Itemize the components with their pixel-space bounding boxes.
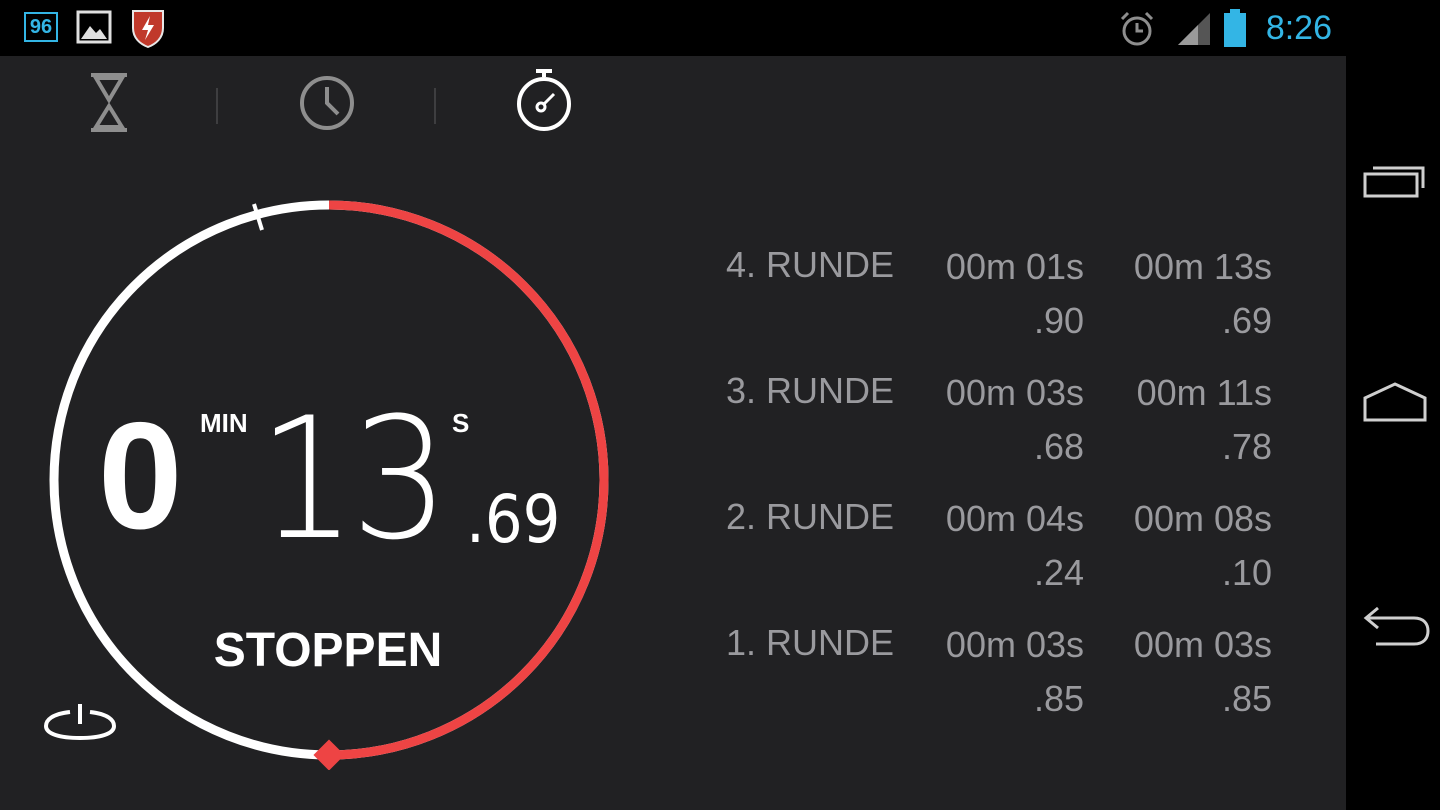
recent-apps-icon <box>1363 166 1425 198</box>
lap-time-hundredths: .85 <box>1033 678 1084 719</box>
seconds-value: 13 <box>258 381 449 577</box>
signal-icon <box>1178 13 1210 45</box>
lap-time-main: 00m 01s <box>945 246 1084 287</box>
lap-time: 00m 03s .68 <box>946 366 1084 474</box>
minutes-value: 0 <box>98 391 183 561</box>
lap-row: 3. RUNDE 00m 03s .68 00m 11s .78 <box>700 366 1300 476</box>
shield-app-icon <box>132 10 164 48</box>
lap-row: 4. RUNDE 00m 01s .90 00m 13s .69 <box>700 240 1300 350</box>
lap-label: 2. RUNDE <box>726 496 895 537</box>
navigation-bar <box>1346 56 1440 810</box>
status-bar: 96 8:26 <box>0 0 1440 56</box>
total-time-main: 00m 13s <box>1133 246 1272 287</box>
lap-label: 4. RUNDE <box>726 244 895 285</box>
alarm-icon <box>1120 11 1154 46</box>
battery-icon <box>1224 9 1246 47</box>
tab-bar <box>0 56 1346 156</box>
home-button[interactable] <box>1362 380 1428 424</box>
lap-time-hundredths: .68 <box>1033 426 1084 467</box>
lap-row: 1. RUNDE 00m 03s .85 00m 03s .85 <box>700 618 1300 728</box>
lap-time-main: 00m 03s <box>945 372 1084 413</box>
lap-time: 00m 03s .85 <box>946 618 1084 726</box>
lap-time: 00m 04s .24 <box>946 492 1084 600</box>
total-time-hundredths: .78 <box>1221 426 1272 467</box>
lap-time: 00m 01s .90 <box>946 240 1084 348</box>
progress-head-marker <box>313 739 345 770</box>
clock-icon <box>300 76 354 130</box>
back-button[interactable] <box>1362 604 1432 648</box>
status-time: 8:26 <box>1265 9 1332 47</box>
home-icon <box>1363 382 1427 422</box>
tab-stopwatch[interactable] <box>514 68 574 132</box>
total-time: 00m 13s .69 <box>1134 240 1272 348</box>
lap-row: 2. RUNDE 00m 04s .24 00m 08s .10 <box>700 492 1300 602</box>
minutes-unit: MIN <box>200 408 248 438</box>
tab-separator <box>216 88 218 124</box>
lap-label: 1. RUNDE <box>726 622 895 663</box>
lap-time-main: 00m 03s <box>945 624 1084 665</box>
total-time-hundredths: .10 <box>1221 552 1272 593</box>
back-icon <box>1363 606 1430 646</box>
total-time-main: 00m 11s <box>1136 372 1272 413</box>
lap-time-hundredths: .90 <box>1033 300 1084 341</box>
tab-clock[interactable] <box>298 74 356 132</box>
hundredths-value: .69 <box>466 481 561 558</box>
lap-label: 3. RUNDE <box>726 370 895 411</box>
total-time-main: 00m 03s <box>1133 624 1272 665</box>
tab-separator <box>434 88 436 124</box>
recent-apps-button[interactable] <box>1362 160 1428 200</box>
lap-time-hundredths: .24 <box>1033 552 1084 593</box>
total-time-main: 00m 08s <box>1133 498 1272 539</box>
stop-button[interactable]: STOPPEN <box>190 616 466 686</box>
stopwatch-icon <box>517 69 571 131</box>
seconds-unit: S <box>452 408 470 438</box>
total-time: 00m 08s .10 <box>1134 492 1272 600</box>
total-time-hundredths: .85 <box>1221 678 1272 719</box>
reset-icon <box>43 704 117 741</box>
image-icon <box>76 10 112 44</box>
total-time-hundredths: .69 <box>1221 300 1272 341</box>
lap-time-main: 00m 04s <box>945 498 1084 539</box>
tab-timer[interactable] <box>88 72 130 134</box>
hourglass-icon <box>91 73 127 132</box>
total-time: 00m 03s .85 <box>1134 618 1272 726</box>
total-time: 00m 11s .78 <box>1137 366 1272 474</box>
reset-button[interactable] <box>40 700 120 744</box>
notification-badge-icon: 96 <box>24 12 58 42</box>
